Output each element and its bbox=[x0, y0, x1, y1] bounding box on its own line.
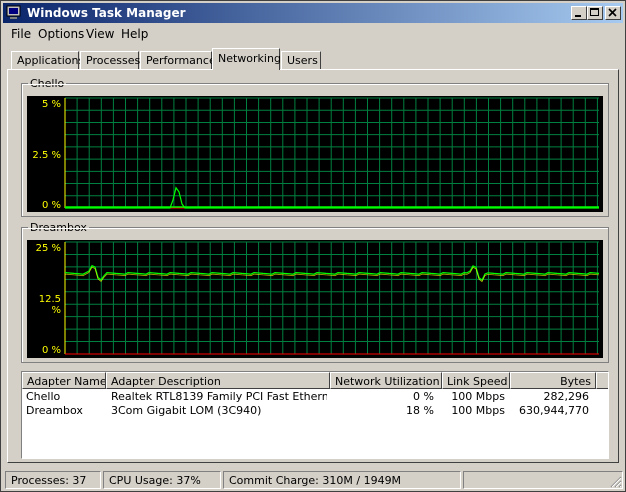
bytes-cell: 282,296 bbox=[543, 390, 590, 403]
column-header-bytes[interactable]: Bytes bbox=[510, 372, 596, 389]
chello-graph-title: Chello bbox=[28, 77, 67, 90]
tab-performance[interactable]: Performance bbox=[140, 51, 216, 69]
network-utilization-cell: 0 % bbox=[413, 390, 434, 403]
menu-options[interactable]: Options bbox=[38, 27, 84, 41]
column-header-link-speed[interactable]: Link Speed bbox=[442, 372, 510, 389]
maximize-button[interactable] bbox=[587, 6, 603, 20]
minimize-icon bbox=[575, 15, 581, 17]
link-speed-cell: 100 Mbps bbox=[451, 390, 505, 403]
status-cpu-usage: CPU Usage: 37% bbox=[103, 471, 221, 489]
chello-graph-group: Chello 5 % 2.5 % 0 % bbox=[21, 77, 609, 217]
column-header-filler bbox=[596, 372, 608, 389]
tab-networking[interactable]: Networking bbox=[212, 48, 281, 70]
total-traffic-line bbox=[64, 264, 600, 282]
status-empty-pane bbox=[463, 471, 623, 489]
task-manager-app-icon bbox=[6, 5, 21, 19]
title-bar[interactable]: Windows Task Manager bbox=[3, 3, 623, 23]
total-traffic-line bbox=[65, 186, 599, 209]
close-button[interactable] bbox=[605, 6, 621, 20]
chello-graph: 5 % 2.5 % 0 % bbox=[27, 96, 603, 212]
column-header-adapter-name[interactable]: Adapter Name bbox=[22, 372, 106, 389]
resize-grip-icon[interactable] bbox=[610, 476, 622, 488]
status-commit-charge: Commit Charge: 310M / 1949M bbox=[223, 471, 461, 489]
adapter-description-cell: 3Com Gigabit LOM (3C940) bbox=[111, 404, 262, 417]
tab-users[interactable]: Users bbox=[281, 51, 321, 69]
graph-grid bbox=[64, 97, 599, 209]
window-title: Windows Task Manager bbox=[27, 6, 186, 20]
menu-view[interactable]: View bbox=[86, 27, 114, 41]
network-utilization-cell: 18 % bbox=[406, 404, 434, 417]
dreambox-graph-group: Dreambox 25 % 12.5 % 0 % bbox=[21, 221, 609, 363]
adapter-description-cell: Realtek RTL8139 Family PCI Fast Etherne… bbox=[111, 390, 327, 403]
chello-traffic-plot bbox=[64, 97, 599, 209]
link-speed-cell: 100 Mbps bbox=[451, 404, 505, 417]
dreambox-graph: 25 % 12.5 % 0 % bbox=[27, 240, 603, 358]
minimize-button[interactable] bbox=[571, 6, 587, 20]
column-header-adapter-description[interactable]: Adapter Description bbox=[106, 372, 330, 389]
menu-help[interactable]: Help bbox=[121, 27, 148, 41]
adapter-name-cell: Chello bbox=[26, 390, 61, 403]
dreambox-traffic-plot bbox=[64, 241, 600, 355]
tab-processes[interactable]: Processes bbox=[80, 51, 140, 69]
dreambox-graph-title: Dreambox bbox=[28, 221, 89, 234]
adapter-name-cell: Dreambox bbox=[26, 404, 83, 417]
bytes-cell: 630,944,770 bbox=[519, 404, 589, 417]
maximize-icon bbox=[590, 8, 599, 16]
task-manager-window: Windows Task Manager File Options View H… bbox=[0, 0, 626, 492]
tab-applications[interactable]: Applications bbox=[11, 51, 84, 69]
graph-grid bbox=[64, 241, 599, 355]
menu-file[interactable]: File bbox=[11, 27, 31, 41]
status-processes: Processes: 37 bbox=[5, 471, 101, 489]
close-icon bbox=[608, 8, 617, 17]
adapter-list[interactable]: Adapter Name Adapter Description Network… bbox=[21, 371, 609, 459]
column-header-network-utilization[interactable]: Network Utilization bbox=[330, 372, 442, 389]
